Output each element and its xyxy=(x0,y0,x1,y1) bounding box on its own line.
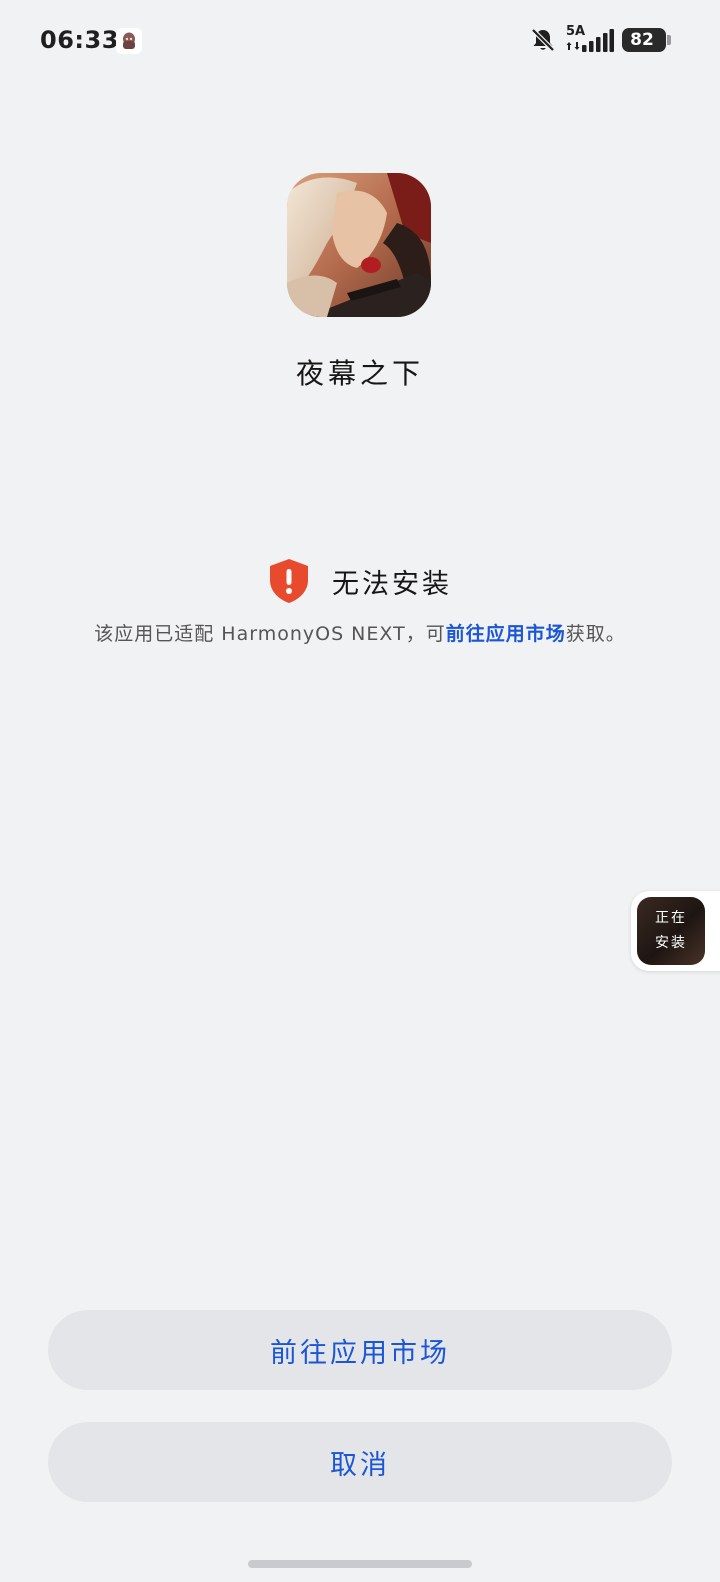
bell-off-icon xyxy=(531,28,555,52)
app-name: 夜幕之下 xyxy=(295,357,424,390)
status-time: 06:33 xyxy=(40,26,119,54)
description-prefix: 该应用已适配 HarmonyOS NEXT，可 xyxy=(94,623,446,645)
cancel-button[interactable]: 取消 xyxy=(48,1422,672,1502)
description-suffix: 获取。 xyxy=(565,623,626,645)
status-bar: 06:33 5A 82 xyxy=(0,0,720,80)
install-status-row: 无法安装 xyxy=(0,558,720,604)
battery-icon: 82 xyxy=(622,28,666,52)
app-market-link[interactable]: 前往应用市场 xyxy=(446,623,566,645)
installing-thumbnail: 正在安装 xyxy=(637,897,705,965)
battery-cap xyxy=(667,35,671,45)
data-arrows-icon xyxy=(566,42,580,50)
app-notification-icon xyxy=(116,28,142,54)
installing-floating-chip[interactable]: 正在安装 xyxy=(631,891,720,971)
install-status-description: 该应用已适配 HarmonyOS NEXT，可前往应用市场获取。 xyxy=(0,619,720,646)
installing-label: 正在安装 xyxy=(655,910,687,951)
install-status-title: 无法安装 xyxy=(332,568,452,600)
app-icon xyxy=(287,173,431,317)
home-indicator[interactable] xyxy=(248,1560,472,1568)
shield-alert-icon xyxy=(270,559,308,603)
go-app-market-button[interactable]: 前往应用市场 xyxy=(48,1310,672,1390)
signal-icon xyxy=(582,29,614,52)
